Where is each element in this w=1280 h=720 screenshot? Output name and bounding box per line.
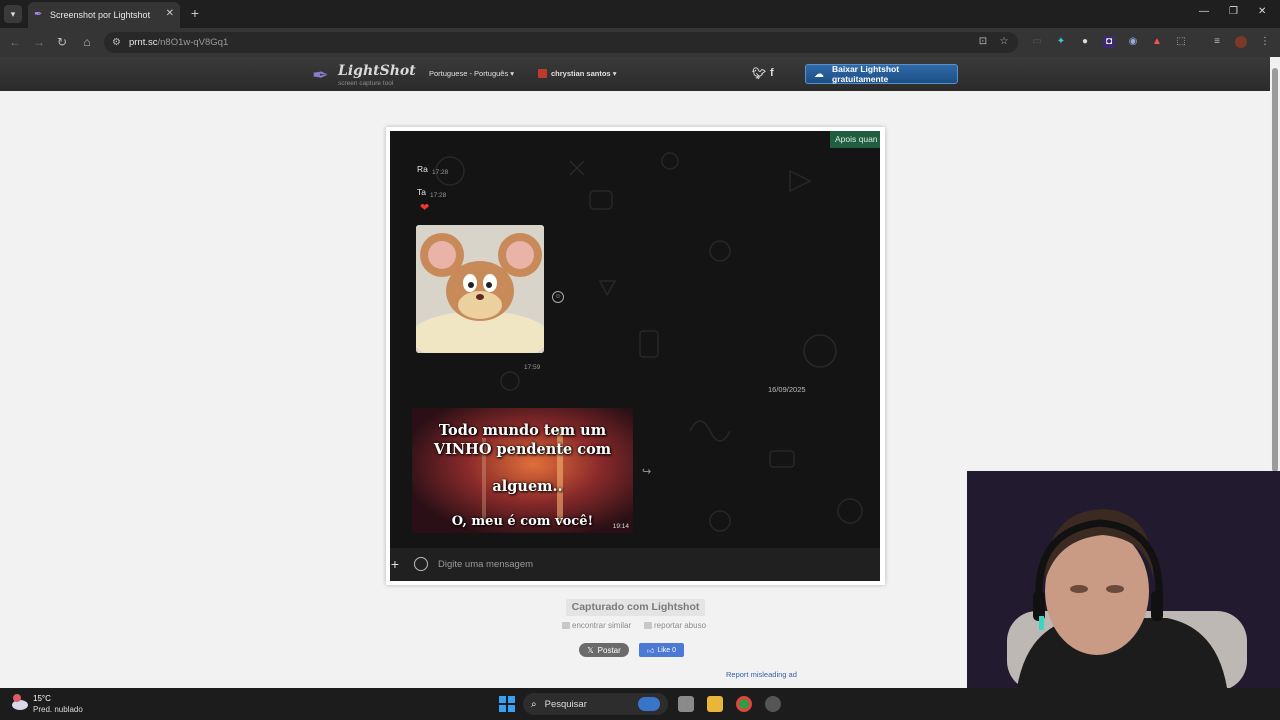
webcam-person-image <box>967 471 1280 688</box>
bookmark-star-icon[interactable]: ☆ <box>998 36 1010 48</box>
extension-icon[interactable]: ● <box>1079 36 1091 48</box>
download-icon: ☁ <box>814 68 824 80</box>
captured-with-lightshot[interactable]: Capturado com Lightshot <box>566 599 705 616</box>
popup-notification[interactable]: Apois quan <box>830 131 880 148</box>
emoji-reaction-icon[interactable]: ☺ <box>552 291 564 303</box>
screenshot-image-chat: Apois quan Ra 17:28 Ta 17:28 ❤ ☺ 17:59 1… <box>390 131 880 548</box>
facebook-icon[interactable]: f <box>770 67 774 79</box>
user-name: chrystian santos ▾ <box>551 69 617 78</box>
sticker-time: 17:59 <box>524 364 541 371</box>
twitter-icon[interactable]: 🐦︎ <box>752 67 766 80</box>
extension-icon[interactable]: ✦ <box>1055 36 1067 48</box>
extension-icon[interactable]: ◉ <box>1127 36 1139 48</box>
x-post-label: Postar <box>597 645 621 655</box>
date-separator: 16/09/2025 <box>768 385 806 394</box>
tab-close-icon[interactable]: ✕ <box>166 8 174 19</box>
site-info-icon[interactable]: ⚙ <box>112 37 121 48</box>
browser-tab-bar: ▾ ✒ Screenshot por Lightshot ✕ + — ❐ ✕ <box>0 0 1280 28</box>
image-icon <box>562 622 570 629</box>
address-bar[interactable]: ⚙ prnt.sc/n8O1w-qV8Gq1 <box>104 32 1018 53</box>
windows-taskbar: 15°C Pred. nublado ⌕ Pesquisar <box>0 688 1280 720</box>
forward-arrow-icon[interactable]: ↪ <box>642 465 651 478</box>
file-explorer-icon[interactable] <box>707 696 723 712</box>
jerry-sticker <box>416 225 544 353</box>
chrome-icon[interactable] <box>736 696 752 712</box>
message-time: 17:28 <box>432 169 449 176</box>
weather-cloud-icon[interactable] <box>11 693 29 711</box>
extension-icon[interactable]: ◘ <box>1103 36 1115 48</box>
back-icon[interactable]: ← <box>8 35 22 49</box>
extension-icon[interactable]: ▭ <box>1031 36 1043 48</box>
close-window-icon[interactable]: ✕ <box>1258 6 1266 17</box>
webcam-overlay <box>967 471 1280 688</box>
language-selector[interactable]: Portuguese - Português ▾ <box>429 69 514 78</box>
lightshot-logo[interactable]: ✒ LightShot screen capture tool <box>312 62 416 88</box>
windows-start-icon[interactable] <box>499 696 515 712</box>
extension-icon[interactable]: ▲ <box>1151 36 1163 48</box>
menu-kebab-icon[interactable]: ⋮ <box>1259 36 1271 48</box>
report-abuse-link[interactable]: reportar abuso <box>644 621 706 630</box>
user-menu[interactable]: chrystian santos ▾ <box>538 69 616 78</box>
download-lightshot-button[interactable]: ☁ Baixar Lightshot gratuitamente <box>805 64 958 84</box>
search-highlight-icon <box>638 697 660 711</box>
taskbar-search[interactable]: ⌕ Pesquisar <box>523 693 668 715</box>
search-icon: ⌕ <box>531 698 537 710</box>
browser-tab[interactable]: ✒ Screenshot por Lightshot ✕ <box>28 2 180 28</box>
x-post-button[interactable]: 𝕏 Postar <box>579 643 629 657</box>
url-path: /n8O1w-qV8Gq1 <box>157 37 229 48</box>
heart-reaction-icon: ❤ <box>420 202 430 214</box>
weather-description[interactable]: Pred. nublado <box>33 705 83 714</box>
message-time: 17:28 <box>430 192 447 199</box>
user-avatar <box>538 69 547 78</box>
url-host: prnt.sc <box>128 37 158 48</box>
logo-name: LightShot <box>338 63 416 79</box>
install-app-icon[interactable]: ⊡ <box>977 36 989 48</box>
reading-list-icon[interactable]: ≡ <box>1211 36 1223 48</box>
logo-tagline: screen capture tool <box>338 80 394 87</box>
report-misleading-ad-link[interactable]: Report misleading ad <box>726 670 797 679</box>
message-text: Ra <box>417 164 428 174</box>
restore-icon[interactable]: ❐ <box>1229 6 1238 17</box>
task-view-icon[interactable] <box>678 696 694 712</box>
scrollbar-thumb[interactable] <box>1272 68 1278 472</box>
download-label: Baixar Lightshot gratuitamente <box>832 64 900 84</box>
report-abuse-label: reportar abuso <box>654 621 707 630</box>
gif-caption-line: O, meu é com você! <box>451 514 594 529</box>
gif-caption-line: Todo mundo tem um <box>438 422 607 439</box>
message-input[interactable]: Digite uma mensagem <box>438 559 533 570</box>
x-logo-icon: 𝕏 <box>587 645 594 655</box>
feather-icon: ✒ <box>312 65 329 87</box>
wine-gif-message: Todo mundo tem um VINHO pendente com alg… <box>412 408 633 533</box>
find-similar-label: encontrar similar <box>572 621 632 630</box>
gif-caption-line: VINHO pendente com <box>433 441 612 458</box>
message-composer: + Digite uma mensagem <box>390 548 880 581</box>
lightshot-header: ✒ LightShot screen capture tool Portugue… <box>0 57 1270 91</box>
facebook-like-button[interactable]: 👍︎ Like 0 <box>639 643 684 657</box>
find-similar-link[interactable]: encontrar similar <box>562 621 631 630</box>
profile-avatar[interactable] <box>1235 36 1247 48</box>
tab-search-button[interactable]: ▾ <box>4 5 22 23</box>
sticker-icon[interactable] <box>414 557 428 571</box>
taskbar-search-label: Pesquisar <box>544 698 587 710</box>
thumbs-up-icon: 👍︎ <box>646 647 655 655</box>
message-text: Ta <box>417 187 426 197</box>
new-tab-button[interactable]: + <box>188 5 202 21</box>
fb-like-label: Like 0 <box>657 646 676 654</box>
gif-time: 19:14 <box>612 523 629 530</box>
browser-toolbar: ← → ↻ ⌂ ⚙ prnt.sc/n8O1w-qV8Gq1 ⊡ ☆ ▭ ✦ ●… <box>0 28 1280 57</box>
tab-title: Screenshot por Lightshot <box>50 10 151 20</box>
minimize-icon[interactable]: — <box>1199 6 1209 17</box>
gif-caption-line: alguem.. <box>492 478 563 495</box>
app-icon[interactable] <box>765 696 781 712</box>
flag-icon <box>644 622 652 629</box>
reload-icon[interactable]: ↻ <box>55 35 69 49</box>
mouse-sticker-image <box>416 225 544 353</box>
home-icon[interactable]: ⌂ <box>80 35 94 49</box>
weather-temperature[interactable]: 15°C <box>33 694 51 703</box>
extensions-puzzle-icon[interactable]: ⬚ <box>1175 36 1187 48</box>
lightshot-favicon-icon: ✒ <box>34 9 43 20</box>
forward-icon[interactable]: → <box>32 35 46 49</box>
attach-plus-icon[interactable]: + <box>390 556 400 572</box>
